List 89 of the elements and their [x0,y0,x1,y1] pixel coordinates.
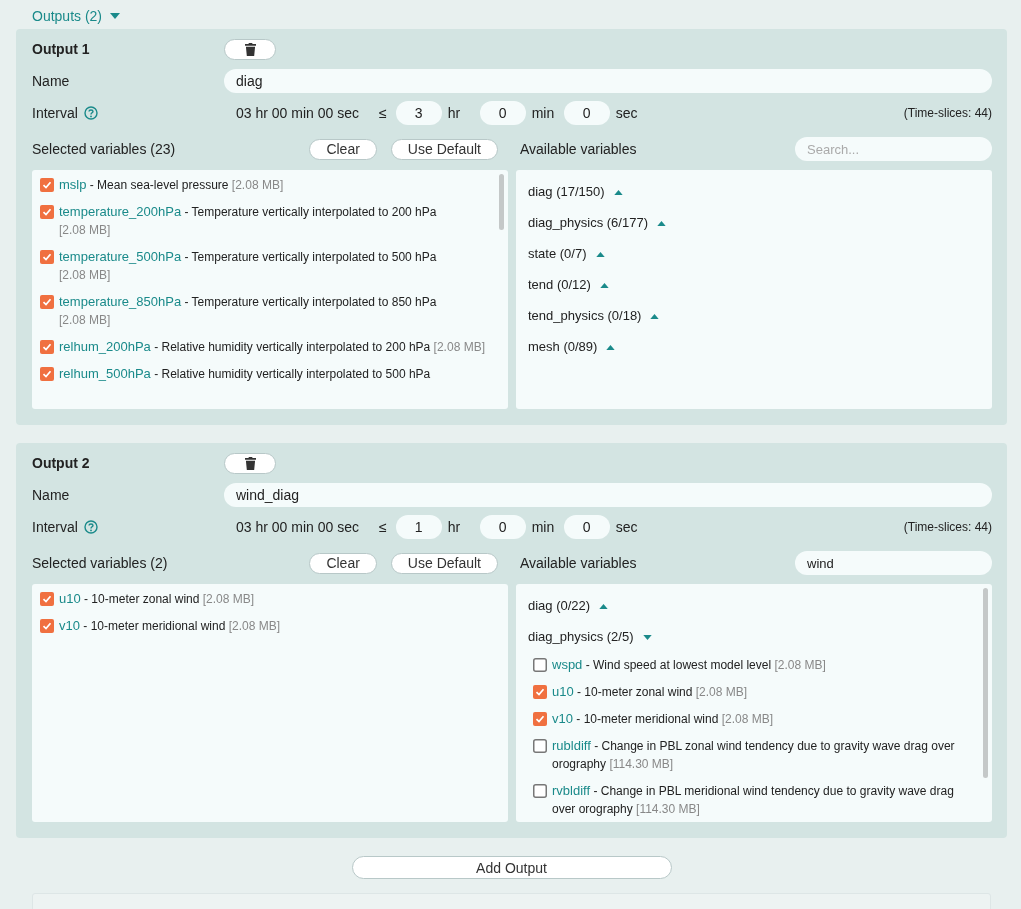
variable-group[interactable]: tend (0/12) [528,275,609,295]
checkbox[interactable] [533,784,547,798]
name-field[interactable]: diag [224,69,992,93]
seconds-field[interactable]: 0 [563,101,610,125]
variable-entry: relhum_200hPa - Relative humidity vertically interpolated to 200 hPa [2.08 MB] [59,338,485,356]
name-field[interactable]: wind_diag [224,483,992,507]
section-label: Available variables [520,555,637,571]
add-output-button[interactable]: Add Output [351,856,672,879]
scrollbar[interactable] [499,174,504,230]
variable-entry: mslp - Mean sea-level pressure [2.08 MB] [59,176,284,194]
use-default-button[interactable]: Use Default [390,138,498,160]
unit-label: min [531,105,552,121]
use-default-button[interactable]: Use Default [390,552,498,574]
checkbox[interactable] [533,712,547,726]
variable-entry: wspd - Wind speed at lowest model level [2.08 MB] [552,656,826,674]
checkbox[interactable] [40,367,54,381]
checkbox[interactable] [533,658,547,672]
clear-button[interactable]: Clear [309,552,377,574]
caret-icon [595,251,605,257]
unit-label: min [531,519,552,535]
outputs-toggle[interactable]: Outputs (2) [32,7,121,24]
checkbox[interactable] [40,250,54,264]
caret-icon [642,634,652,640]
section-label: Selected variables (23) [32,141,176,157]
less-equal-sign: ≤ [378,519,387,535]
field-label: Name [32,73,71,89]
caret-icon [656,220,666,226]
field-label: Interval [32,519,78,535]
trash-icon [244,42,256,56]
scrollbar[interactable] [983,588,988,778]
search-field[interactable]: wind [795,551,992,575]
hours-field[interactable]: 1 [395,515,442,539]
time-slices-count: (Time-slices: 44) [903,520,992,534]
seconds-field[interactable]: 0 [563,515,610,539]
field-label: Name [32,487,71,503]
section-label: Selected variables (2) [32,555,168,571]
minutes-field[interactable]: 0 [479,101,526,125]
variable-group[interactable]: diag (0/22) [528,596,609,616]
variable-group[interactable]: tend_physics (0/18) [528,306,660,326]
variable-entry: v10 - 10-meter meridional wind [2.08 MB] [552,710,774,728]
variable-entry: temperature_500hPa - Temperature vertically interpolated to 500 hPa [2.08 MB] [59,248,438,284]
less-equal-sign: ≤ [378,105,387,121]
output-title: Output 2 [32,455,91,471]
field-label: Interval [32,105,78,121]
variable-group[interactable]: mesh (0/89) [528,337,616,357]
variable-group[interactable]: state (0/7) [528,244,605,264]
variable-entry: temperature_200hPa - Temperature vertically interpolated to 200 hPa [2.08 MB] [59,203,438,239]
caret-icon [650,313,660,319]
variable-entry: v10 - 10-meter meridional wind [2.08 MB] [59,617,281,635]
checkbox[interactable] [533,685,547,699]
help-icon[interactable] [83,106,98,120]
variable-group[interactable]: diag_physics (6/177) [528,213,666,233]
checkbox[interactable] [533,739,547,753]
checkbox[interactable] [40,295,54,309]
variable-entry: u10 - 10-meter zonal wind [2.08 MB] [59,590,255,608]
variable-entry: rubldiff - Change in PBL zonal wind tendency due to gravity wave drag over orography [114.30 MB] [552,737,956,773]
interval-text: 03 hr 00 min 00 sec [236,105,359,121]
checkbox[interactable] [40,340,54,354]
hours-field[interactable]: 3 [395,101,442,125]
unit-label: sec [615,519,636,535]
caret-icon [599,282,609,288]
help-icon[interactable] [83,520,98,534]
caret-icon [110,12,121,19]
variable-entry: rvbldiff - Change in PBL meridional wind tendency due to gravity wave drag over orography [114.30 MB] [552,782,955,818]
caret-icon [613,189,623,195]
output-title: Output 1 [32,41,91,57]
variable-group[interactable]: diag_physics (2/5) [528,627,652,647]
delete-button[interactable] [224,452,276,474]
interval-text: 03 hr 00 min 00 sec [236,519,359,535]
unit-label: sec [615,105,636,121]
variable-group[interactable]: diag (17/150) [528,182,623,202]
variable-entry: u10 - 10-meter zonal wind [2.08 MB] [552,683,748,701]
caret-icon [606,344,616,350]
section-label: Available variables [520,141,637,157]
variable-entry: relhum_500hPa - Relative humidity vertically interpolated to 500 hPa [59,365,431,383]
caret-icon [599,603,609,609]
unit-label: hr [447,519,462,535]
trash-icon [244,456,256,470]
variable-entry: temperature_850hPa - Temperature vertically interpolated to 850 hPa [2.08 MB] [59,293,438,329]
clear-button[interactable]: Clear [309,138,377,160]
checkbox[interactable] [40,178,54,192]
checkbox[interactable] [40,205,54,219]
unit-label: hr [447,105,462,121]
time-slices-count: (Time-slices: 44) [903,106,992,120]
minutes-field[interactable]: 0 [479,515,526,539]
search-field[interactable]: Search... [795,137,992,161]
delete-button[interactable] [224,38,276,60]
checkbox[interactable] [40,592,54,606]
checkbox[interactable] [40,619,54,633]
